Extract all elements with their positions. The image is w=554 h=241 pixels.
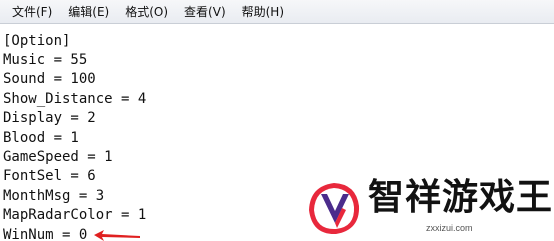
text-line: GameSpeed = 1 bbox=[3, 149, 113, 165]
menu-format[interactable]: 格式(O) bbox=[117, 0, 176, 24]
red-arrow-icon bbox=[94, 230, 140, 241]
text-line: Show_Distance = 4 bbox=[3, 91, 147, 107]
text-line: Blood = 1 bbox=[3, 130, 79, 146]
text-line: MapRadarColor = 1 bbox=[3, 207, 147, 223]
text-line: Sound = 100 bbox=[3, 71, 96, 87]
watermark-logo bbox=[309, 183, 360, 235]
menu-bar: 文件(F) 编辑(E) 格式(O) 查看(V) 帮助(H) bbox=[0, 0, 554, 24]
text-line: Display = 2 bbox=[3, 110, 96, 126]
text-line: FontSel = 6 bbox=[3, 168, 96, 184]
menu-help[interactable]: 帮助(H) bbox=[234, 0, 292, 24]
menu-file[interactable]: 文件(F) bbox=[4, 0, 60, 24]
text-line: [Option] bbox=[3, 33, 71, 49]
watermark-title: 智祥游戏王 bbox=[368, 177, 554, 218]
watermark-url: zxxizui.com bbox=[426, 223, 473, 233]
text-line: MonthMsg = 3 bbox=[3, 188, 105, 204]
text-line: WinNum = 0 bbox=[3, 227, 88, 241]
menu-edit[interactable]: 编辑(E) bbox=[60, 0, 117, 24]
menu-view[interactable]: 查看(V) bbox=[176, 0, 234, 24]
text-line: Music = 55 bbox=[3, 52, 88, 68]
